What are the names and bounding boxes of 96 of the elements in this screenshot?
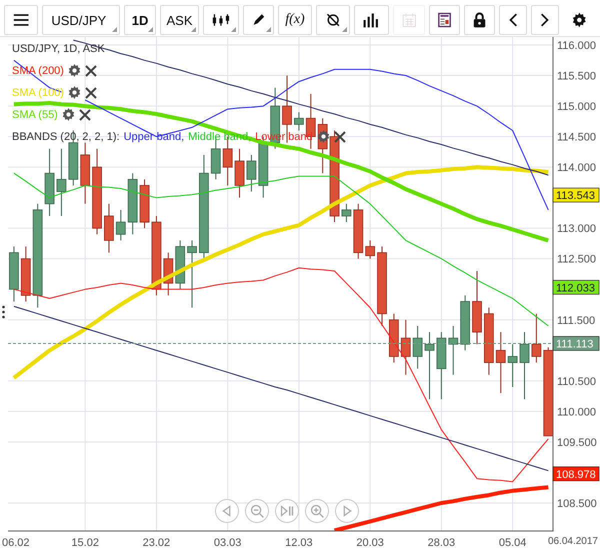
calendar-icon bbox=[402, 11, 416, 29]
candlestick bbox=[104, 203, 114, 254]
candlestick bbox=[436, 332, 446, 400]
axis-label: 114.000 bbox=[557, 162, 596, 174]
axis-label: 28.03 bbox=[428, 537, 456, 549]
hide-drawings-button[interactable] bbox=[316, 5, 350, 35]
bar-chart-icon bbox=[363, 11, 380, 29]
candlestick bbox=[56, 148, 66, 216]
candlestick bbox=[353, 203, 364, 260]
indicator-label: Middle band, bbox=[188, 130, 252, 142]
axis-label: 108.500 bbox=[557, 498, 597, 510]
settings-icon[interactable] bbox=[68, 86, 81, 99]
candlestick bbox=[294, 112, 304, 131]
candlestick bbox=[460, 294, 470, 351]
y-tick-label: 108.978 bbox=[556, 468, 596, 481]
axis-label: 15.02 bbox=[71, 537, 99, 549]
dropdown[interactable]: ASK bbox=[160, 5, 200, 35]
date-label: 06.04.2017 bbox=[548, 536, 598, 547]
close-icon[interactable] bbox=[334, 130, 346, 142]
chevron-right-icon bbox=[540, 11, 550, 29]
indicator-label: SMA (100) bbox=[12, 86, 64, 98]
next-button[interactable] bbox=[531, 5, 560, 35]
menu-icon bbox=[13, 12, 30, 28]
candlestick bbox=[365, 240, 376, 260]
candlestick bbox=[520, 332, 530, 400]
menu-button[interactable] bbox=[4, 5, 38, 35]
candlestick bbox=[44, 148, 54, 216]
candlestick bbox=[496, 332, 506, 394]
close-icon[interactable] bbox=[84, 86, 97, 98]
axis-label: 112.500 bbox=[557, 254, 596, 266]
settings-icon[interactable] bbox=[62, 108, 75, 121]
axis-label: 23.02 bbox=[142, 537, 170, 549]
axis-label: 114.500 bbox=[557, 132, 596, 144]
pencil-icon bbox=[252, 12, 266, 28]
price-tag: 112.033 bbox=[552, 280, 600, 295]
previous-button[interactable] bbox=[499, 5, 528, 35]
drawing-tool-button[interactable] bbox=[243, 5, 274, 35]
candlestick bbox=[234, 148, 244, 198]
chart-title: USD/JPY, 1D, ASK bbox=[12, 42, 105, 54]
close-icon[interactable] bbox=[84, 64, 97, 76]
candlestick bbox=[246, 154, 256, 192]
lock-icon bbox=[473, 10, 486, 30]
y-tick-label: 112.033 bbox=[556, 282, 595, 294]
price-tag: 113.543 bbox=[552, 188, 600, 202]
axis-label: 115.000 bbox=[557, 101, 596, 114]
candlestick bbox=[400, 319, 411, 376]
dropdown[interactable]: 1D bbox=[124, 5, 156, 35]
axis-label: 12.03 bbox=[285, 537, 313, 549]
candlestick bbox=[163, 252, 174, 296]
axis-label: 06.02 bbox=[2, 537, 30, 549]
price-tag: 111.113 bbox=[552, 336, 600, 351]
chart-type-button[interactable] bbox=[203, 5, 240, 35]
settings-icon[interactable] bbox=[68, 64, 81, 77]
document-icon bbox=[438, 11, 452, 29]
drag-handle-icon[interactable] bbox=[1, 305, 6, 319]
report-button[interactable] bbox=[429, 5, 460, 35]
volume-button[interactable] bbox=[354, 5, 389, 35]
axis-label: 05.04 bbox=[498, 537, 526, 549]
axis-label: 115.500 bbox=[557, 70, 596, 83]
axis-label: 116.000 bbox=[557, 40, 596, 52]
candlestick bbox=[484, 307, 494, 376]
candlestick bbox=[140, 178, 150, 229]
candlestick bbox=[531, 313, 542, 364]
y-tick-label: 113.543 bbox=[556, 190, 595, 202]
dropdown[interactable]: USD/JPY bbox=[42, 5, 120, 35]
candlestick bbox=[508, 344, 518, 388]
candlestick bbox=[9, 246, 19, 302]
close-icon[interactable] bbox=[78, 108, 91, 120]
settings-icon bbox=[572, 11, 587, 29]
indicators-button[interactable]: f(x) bbox=[278, 5, 312, 35]
candlestick bbox=[187, 240, 197, 308]
axis-label: 20.03 bbox=[356, 537, 384, 549]
axis-label: 110.500 bbox=[557, 376, 596, 388]
candlestick bbox=[448, 325, 458, 376]
candlestick bbox=[116, 209, 126, 241]
candlestick bbox=[175, 240, 186, 290]
price-tag: 108.978 bbox=[552, 466, 600, 482]
candlestick bbox=[412, 325, 423, 370]
axis-label: 111.500 bbox=[557, 314, 596, 327]
axis-label: 03.03 bbox=[214, 537, 242, 549]
indicator-label: Upper band, bbox=[124, 130, 184, 142]
candlestick bbox=[20, 246, 31, 302]
ref-line-label: 111.113 bbox=[556, 338, 594, 350]
candlestick-icon bbox=[212, 12, 230, 28]
chevron-left-icon bbox=[508, 11, 518, 29]
settings-icon[interactable] bbox=[316, 130, 330, 143]
lock-button[interactable] bbox=[464, 5, 496, 35]
candlestick bbox=[342, 203, 352, 223]
candlestick bbox=[389, 313, 399, 364]
axis-label: 110.000 bbox=[557, 406, 596, 418]
axis-label: 109.500 bbox=[557, 436, 597, 449]
candlestick bbox=[80, 142, 90, 204]
candlestick bbox=[128, 172, 138, 235]
indicator-label: SMA (55) bbox=[12, 108, 58, 120]
candlestick bbox=[424, 332, 434, 400]
axis-label: 113.000 bbox=[557, 223, 596, 236]
